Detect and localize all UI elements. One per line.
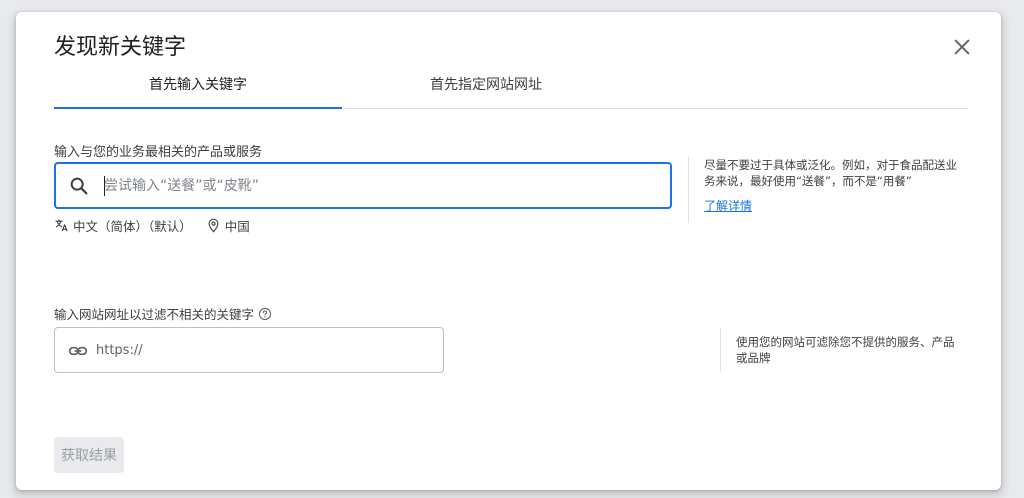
website-input[interactable] [96, 328, 426, 372]
search-icon [70, 177, 88, 195]
close-icon [954, 39, 970, 55]
learn-more-link[interactable]: 了解详情 [704, 197, 752, 214]
tab-enter-keywords[interactable]: 首先输入关键字 [54, 74, 342, 109]
keyword-dialog: 发现新关键字 首先输入关键字 首先指定网站网址 输入与您的业务最相关的产品或服务… [16, 12, 1001, 490]
website-label: 输入网站网址以过滤不相关的关键字 [54, 307, 255, 322]
keywords-hint-text: 尽量不要过于具体或泛化。例如，对于食品配送业务来说，最好使用“送餐”，而不是“用… [704, 158, 957, 188]
tab-bar: 首先输入关键字 首先指定网站网址 [54, 74, 968, 109]
location-value: 中国 [224, 218, 250, 234]
get-results-button[interactable]: 获取结果 [54, 437, 124, 473]
location-pin-icon [208, 218, 219, 233]
link-icon [68, 346, 88, 356]
language-selector[interactable]: 中文（简体）（默认） [54, 216, 192, 235]
close-button[interactable] [951, 36, 973, 58]
dialog-title: 发现新关键字 [54, 35, 187, 60]
targeting-row: 中文（简体）（默认） 中国 [54, 216, 250, 234]
website-input-box[interactable] [54, 327, 444, 373]
keywords-label: 输入与您的业务最相关的产品或服务 [54, 145, 263, 160]
tab-enter-website[interactable]: 首先指定网站网址 [342, 74, 630, 108]
language-value: 中文（简体）（默认） [73, 218, 192, 234]
website-label-row: 输入网站网址以过滤不相关的关键字 [54, 304, 272, 323]
website-hint-text: 使用您的网站可滤除您不提供的服务、产品或品牌 [736, 335, 955, 365]
website-hint-panel: 使用您的网站可滤除您不提供的服务、产品或品牌 [720, 328, 984, 372]
keywords-input-box[interactable] [54, 162, 672, 209]
translate-icon [55, 218, 68, 231]
help-icon[interactable] [258, 307, 272, 321]
keywords-hint-panel: 尽量不要过于具体或泛化。例如，对于食品配送业务来说，最好使用“送餐”，而不是“用… [688, 157, 984, 223]
location-selector[interactable]: 中国 [206, 216, 250, 235]
keywords-input[interactable] [104, 164, 644, 207]
